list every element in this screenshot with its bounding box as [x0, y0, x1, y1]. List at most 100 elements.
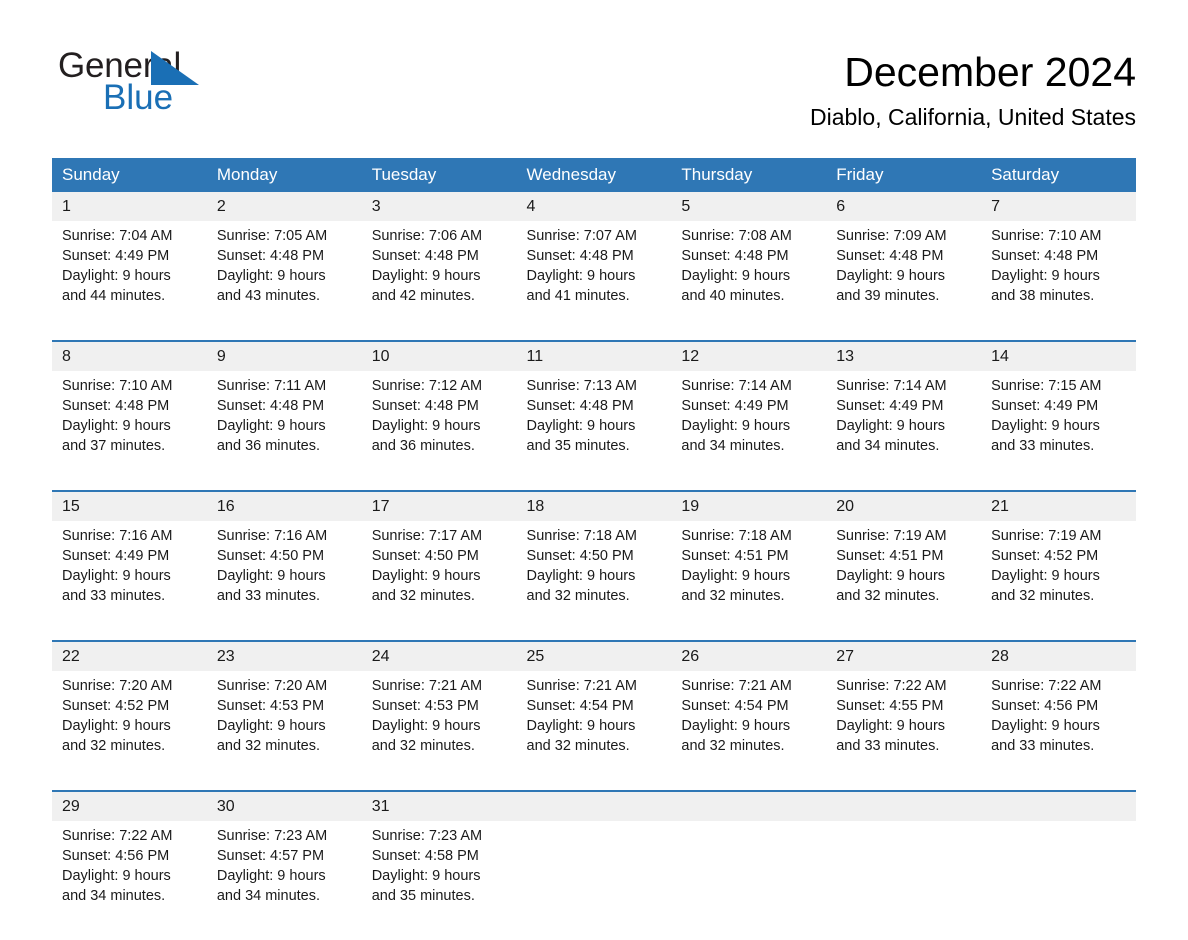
day-number[interactable]: 26 — [671, 640, 827, 671]
daylight-text-line1: Daylight: 9 hours — [681, 268, 791, 284]
day-number[interactable]: 21 — [981, 490, 1136, 521]
daylight-text-line1: Daylight: 9 hours — [681, 418, 791, 434]
sunset-text: Sunset: 4:56 PM — [991, 698, 1099, 714]
daylight-text-line1: Daylight: 9 hours — [836, 568, 946, 584]
day-number[interactable]: 5 — [671, 192, 827, 221]
daylight-text-line2: and 36 minutes. — [371, 438, 475, 454]
daylight-text-line2: and 32 minutes. — [62, 738, 166, 754]
daylight-text-line2: and 39 minutes. — [836, 288, 940, 304]
day-cell[interactable]: Sunrise: 7:05 AM Sunset: 4:48 PM Dayligh… — [206, 221, 362, 341]
day-cell[interactable]: Sunrise: 7:22 AM Sunset: 4:55 PM Dayligh… — [826, 671, 982, 791]
sunset-text: Sunset: 4:50 PM — [216, 548, 325, 564]
day-number[interactable]: 8 — [52, 340, 207, 371]
day-cell[interactable]: Sunrise: 7:20 AM Sunset: 4:53 PM Dayligh… — [206, 671, 362, 791]
day-cell[interactable]: Sunrise: 7:21 AM Sunset: 4:54 PM Dayligh… — [516, 671, 672, 791]
day-number[interactable]: 22 — [52, 640, 207, 671]
week-detail-row: Sunrise: 7:20 AM Sunset: 4:52 PM Dayligh… — [52, 671, 1136, 791]
sunset-text: Sunset: 4:48 PM — [371, 398, 479, 414]
sunset-text: Sunset: 4:49 PM — [836, 398, 944, 414]
daylight-text-line2: and 32 minutes. — [991, 588, 1095, 604]
sunrise-text: Sunrise: 7:23 AM — [371, 828, 483, 844]
day-cell[interactable]: Sunrise: 7:19 AM Sunset: 4:52 PM Dayligh… — [981, 521, 1136, 641]
sunset-text: Sunset: 4:48 PM — [526, 248, 634, 264]
day-number[interactable]: 25 — [516, 640, 672, 671]
day-cell[interactable]: Sunrise: 7:22 AM Sunset: 4:56 PM Dayligh… — [52, 821, 207, 940]
day-number[interactable]: 13 — [826, 340, 982, 371]
sunrise-text: Sunrise: 7:18 AM — [526, 528, 637, 544]
day-cell[interactable]: Sunrise: 7:23 AM Sunset: 4:57 PM Dayligh… — [206, 821, 362, 940]
day-cell[interactable]: Sunrise: 7:16 AM Sunset: 4:50 PM Dayligh… — [206, 521, 362, 641]
sunrise-text: Sunrise: 7:15 AM — [991, 378, 1102, 394]
day-cell[interactable]: Sunrise: 7:10 AM Sunset: 4:48 PM Dayligh… — [52, 371, 207, 491]
day-cell[interactable]: Sunrise: 7:08 AM Sunset: 4:48 PM Dayligh… — [671, 221, 827, 341]
day-cell[interactable]: Sunrise: 7:16 AM Sunset: 4:49 PM Dayligh… — [52, 521, 207, 641]
day-number[interactable]: 9 — [206, 340, 362, 371]
daylight-text-line1: Daylight: 9 hours — [681, 568, 791, 584]
day-cell[interactable]: Sunrise: 7:15 AM Sunset: 4:49 PM Dayligh… — [981, 371, 1136, 491]
sunset-text: Sunset: 4:58 PM — [371, 848, 479, 864]
day-number[interactable]: 19 — [671, 490, 827, 521]
day-cell[interactable]: Sunrise: 7:06 AM Sunset: 4:48 PM Dayligh… — [361, 221, 517, 341]
day-cell[interactable]: Sunrise: 7:09 AM Sunset: 4:48 PM Dayligh… — [826, 221, 982, 341]
sunrise-text: Sunrise: 7:13 AM — [526, 378, 637, 394]
day-cell[interactable]: Sunrise: 7:21 AM Sunset: 4:53 PM Dayligh… — [361, 671, 517, 791]
sunrise-text: Sunrise: 7:05 AM — [216, 228, 328, 244]
day-number[interactable]: 11 — [516, 340, 672, 371]
daylight-text-line2: and 41 minutes. — [526, 288, 630, 304]
day-number[interactable]: 27 — [826, 640, 982, 671]
daylight-text-line2: and 33 minutes. — [62, 588, 166, 604]
day-number[interactable]: 30 — [206, 790, 362, 821]
day-number[interactable]: 15 — [52, 490, 207, 521]
daylight-text-line2: and 33 minutes. — [991, 438, 1095, 454]
day-cell[interactable]: Sunrise: 7:14 AM Sunset: 4:49 PM Dayligh… — [671, 371, 827, 491]
day-number[interactable]: 3 — [361, 192, 517, 221]
sunset-text: Sunset: 4:53 PM — [371, 698, 479, 714]
daylight-text-line2: and 37 minutes. — [62, 438, 166, 454]
day-cell[interactable]: Sunrise: 7:18 AM Sunset: 4:51 PM Dayligh… — [671, 521, 827, 641]
day-number[interactable]: 4 — [516, 192, 672, 221]
day-cell[interactable]: Sunrise: 7:23 AM Sunset: 4:58 PM Dayligh… — [361, 821, 517, 940]
sunset-text: Sunset: 4:52 PM — [991, 548, 1099, 564]
day-number[interactable]: 12 — [671, 340, 827, 371]
day-number[interactable]: 17 — [361, 490, 517, 521]
sunset-text: Sunset: 4:48 PM — [216, 398, 325, 414]
daylight-text-line2: and 34 minutes. — [62, 888, 166, 904]
brand-logo[interactable]: General Blue — [58, 47, 278, 122]
day-number[interactable]: 24 — [361, 640, 517, 671]
day-cell[interactable]: Sunrise: 7:22 AM Sunset: 4:56 PM Dayligh… — [981, 671, 1136, 791]
day-number[interactable]: 18 — [516, 490, 672, 521]
day-cell[interactable]: Sunrise: 7:20 AM Sunset: 4:52 PM Dayligh… — [52, 671, 207, 791]
day-number[interactable]: 2 — [206, 192, 362, 221]
daylight-text-line2: and 38 minutes. — [991, 288, 1095, 304]
day-cell[interactable]: Sunrise: 7:04 AM Sunset: 4:49 PM Dayligh… — [52, 221, 207, 341]
day-cell[interactable]: Sunrise: 7:18 AM Sunset: 4:50 PM Dayligh… — [516, 521, 672, 641]
day-cell[interactable]: Sunrise: 7:19 AM Sunset: 4:51 PM Dayligh… — [826, 521, 982, 641]
sunrise-text: Sunrise: 7:08 AM — [681, 228, 792, 244]
sunset-text: Sunset: 4:49 PM — [991, 398, 1099, 414]
day-number[interactable]: 14 — [981, 340, 1136, 371]
day-cell[interactable]: Sunrise: 7:17 AM Sunset: 4:50 PM Dayligh… — [361, 521, 517, 641]
day-cell[interactable]: Sunrise: 7:07 AM Sunset: 4:48 PM Dayligh… — [516, 221, 672, 341]
day-cell[interactable]: Sunrise: 7:10 AM Sunset: 4:48 PM Dayligh… — [981, 221, 1136, 341]
day-number[interactable]: 23 — [206, 640, 362, 671]
day-cell[interactable]: Sunrise: 7:11 AM Sunset: 4:48 PM Dayligh… — [206, 371, 362, 491]
day-number[interactable]: 29 — [52, 790, 207, 821]
day-number[interactable]: 6 — [826, 192, 982, 221]
day-cell[interactable]: Sunrise: 7:14 AM Sunset: 4:49 PM Dayligh… — [826, 371, 982, 491]
day-cell[interactable]: Sunrise: 7:21 AM Sunset: 4:54 PM Dayligh… — [671, 671, 827, 791]
day-number[interactable]: 16 — [206, 490, 362, 521]
daylight-text-line1: Daylight: 9 hours — [681, 718, 791, 734]
weekday-header-thursday: Thursday — [671, 158, 827, 192]
day-cell[interactable]: Sunrise: 7:13 AM Sunset: 4:48 PM Dayligh… — [516, 371, 672, 491]
day-cell[interactable]: Sunrise: 7:12 AM Sunset: 4:48 PM Dayligh… — [361, 371, 517, 491]
day-number[interactable]: 20 — [826, 490, 982, 521]
sunrise-text: Sunrise: 7:21 AM — [681, 678, 792, 694]
week-detail-row: Sunrise: 7:10 AM Sunset: 4:48 PM Dayligh… — [52, 371, 1136, 491]
day-number[interactable]: 7 — [981, 192, 1136, 221]
day-number[interactable]: 31 — [361, 790, 517, 821]
day-number[interactable]: 1 — [52, 192, 207, 221]
sunset-text: Sunset: 4:54 PM — [681, 698, 789, 714]
day-number[interactable]: 10 — [361, 340, 517, 371]
day-number[interactable]: 28 — [981, 640, 1136, 671]
sunset-text: Sunset: 4:57 PM — [216, 848, 325, 864]
